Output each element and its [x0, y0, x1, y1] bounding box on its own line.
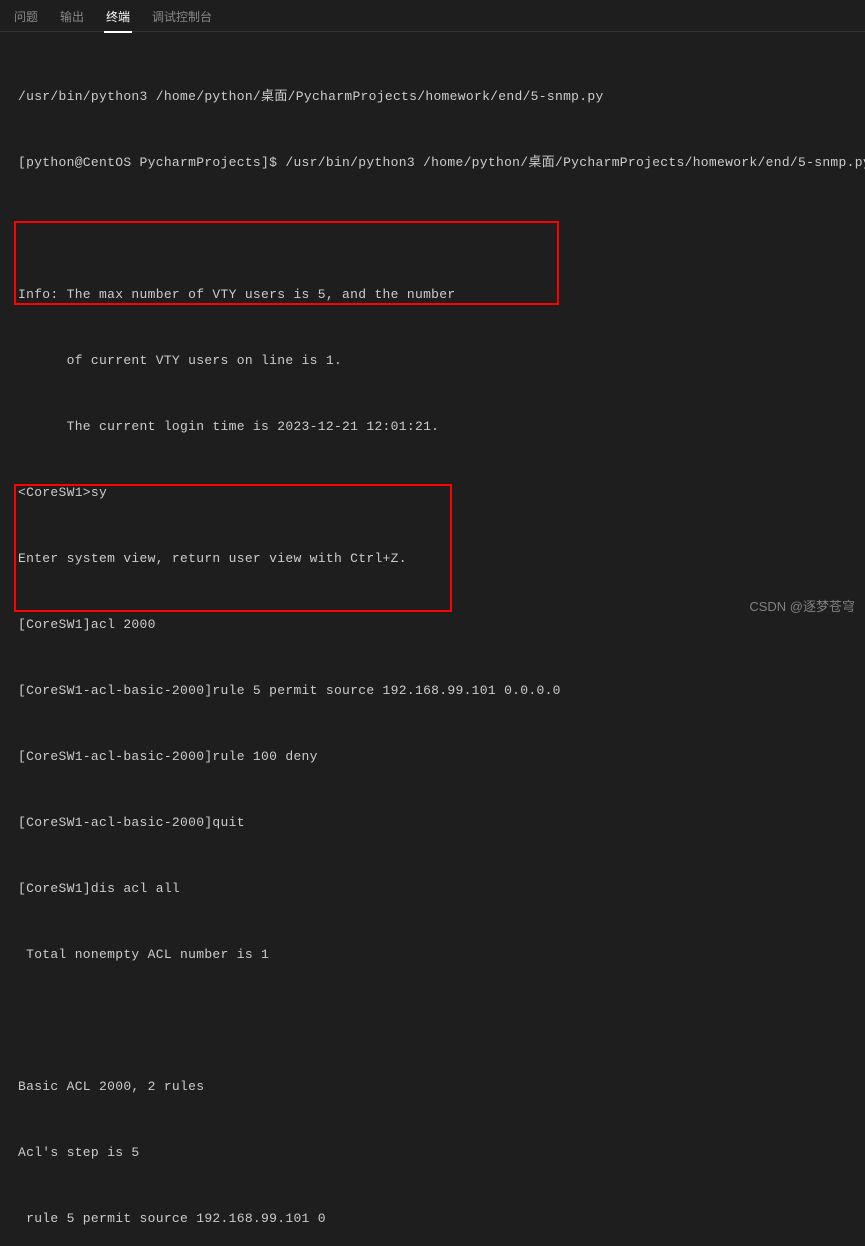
terminal-line: [CoreSW1]acl 2000	[18, 614, 847, 636]
terminal-line: Enter system view, return user view with…	[18, 548, 847, 570]
terminal-line: of current VTY users on line is 1.	[18, 350, 847, 372]
terminal-line: Acl's step is 5	[18, 1142, 847, 1164]
terminal-line: Info: The max number of VTY users is 5, …	[18, 284, 847, 306]
tab-problems[interactable]: 问题	[12, 4, 40, 33]
panel-tabs: 问题 输出 终端 调试控制台	[0, 0, 865, 32]
terminal-line: [CoreSW1-acl-basic-2000]quit	[18, 812, 847, 834]
terminal-line	[18, 218, 847, 240]
terminal-output[interactable]: /usr/bin/python3 /home/python/桌面/Pycharm…	[0, 32, 865, 1246]
tab-terminal[interactable]: 终端	[104, 4, 132, 33]
terminal-line	[18, 1010, 847, 1032]
watermark: CSDN @逐梦苍穹	[749, 596, 855, 615]
tab-output[interactable]: 输出	[58, 4, 86, 33]
terminal-line: rule 5 permit source 192.168.99.101 0	[18, 1208, 847, 1230]
terminal-line: [CoreSW1-acl-basic-2000]rule 100 deny	[18, 746, 847, 768]
terminal-line: [CoreSW1-acl-basic-2000]rule 5 permit so…	[18, 680, 847, 702]
tab-debug-console[interactable]: 调试控制台	[150, 4, 214, 33]
terminal-line: The current login time is 2023-12-21 12:…	[18, 416, 847, 438]
terminal-line: Basic ACL 2000, 2 rules	[18, 1076, 847, 1098]
terminal-line: [python@CentOS PycharmProjects]$ /usr/bi…	[18, 152, 847, 174]
terminal-line: [CoreSW1]dis acl all	[18, 878, 847, 900]
terminal-line: /usr/bin/python3 /home/python/桌面/Pycharm…	[18, 86, 847, 108]
terminal-line: Total nonempty ACL number is 1	[18, 944, 847, 966]
terminal-line: <CoreSW1>sy	[18, 482, 847, 504]
